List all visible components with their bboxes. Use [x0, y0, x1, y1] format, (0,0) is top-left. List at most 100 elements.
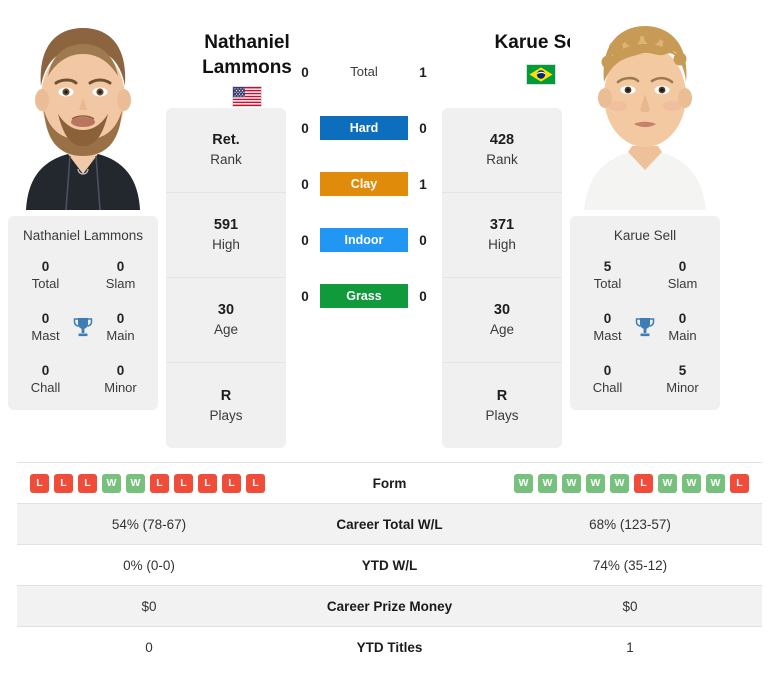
form-badge-win: W [610, 473, 629, 493]
title-value: 5 [603, 259, 612, 274]
title-cell: 0 Slam [645, 259, 720, 292]
table-row-ytd-wl: 0% (0-0) YTD W/L 74% (35-12) [17, 544, 762, 586]
table-row-ytd-titles: 0 YTD Titles 1 [17, 626, 762, 668]
title-cell: 0 Total [8, 259, 83, 292]
form-badge-loss: L [246, 473, 265, 493]
flag-usa-icon [232, 86, 262, 107]
left-titles-grid: 0 Total 0 Slam 0 Mast 0 Main 0 Chall 0 M… [8, 259, 158, 396]
form-badge-win: W [538, 473, 557, 493]
title-value: 5 [678, 363, 687, 378]
left-player-name-line1: Nathaniel [204, 32, 290, 53]
surface-label-grass[interactable]: Grass [320, 284, 408, 308]
title-label: Chall [592, 380, 623, 395]
left-titles-card: Nathaniel Lammons 0 Total 0 Slam 0 Mast [8, 216, 158, 410]
surface-label-hard[interactable]: Hard [320, 116, 408, 140]
left-form-badges: LLLWWLLLLL [18, 473, 280, 493]
surface-right-count: 0 [419, 288, 427, 304]
form-badge-win: W [562, 473, 581, 493]
title-cell: 0 Chall [570, 363, 645, 396]
right-titles-player-name: Karue Sell [613, 228, 677, 243]
rank-label: Rank [486, 152, 518, 167]
rank-value: Ret. [212, 132, 240, 148]
left-rank-card: Ret. Rank 591 High 30 Age R Plays [166, 108, 286, 448]
rank-row: 428 Rank [442, 108, 562, 193]
form-badge-loss: L [78, 473, 97, 493]
left-player-column: Nathaniel Lammons 0 Total 0 Slam 0 Mast [0, 0, 166, 410]
title-value: 0 [116, 259, 125, 274]
title-value: 0 [41, 363, 50, 378]
trophy-icon [632, 315, 658, 341]
surface-right-count: 1 [419, 176, 427, 192]
plays-value: R [220, 387, 232, 404]
title-cell: 5 Minor [645, 363, 720, 396]
title-cell: 0 Chall [8, 363, 83, 396]
title-cell: 0 Minor [83, 363, 158, 396]
age-row: 30 Age [442, 278, 562, 363]
surface-row-hard: 0 Hard 0 [286, 114, 442, 142]
form-badge-loss: L [730, 473, 749, 493]
age-label: Age [213, 322, 239, 337]
form-badge-loss: L [222, 473, 241, 493]
rank-value: 428 [489, 132, 515, 148]
age-label: Age [489, 322, 515, 337]
right-career-wl: 68% (123-57) [498, 503, 762, 545]
table-row-form: LLLWWLLLLL Form WWWWWLWWWL [17, 462, 762, 504]
form-badge-win: W [586, 473, 605, 493]
title-label: Minor [104, 380, 137, 395]
right-player-photo [570, 14, 720, 210]
title-label: Minor [666, 380, 699, 395]
form-badge-loss: L [54, 473, 73, 493]
comparison-top-section: Nathaniel Lammons 0 Total 0 Slam 0 Mast [0, 0, 779, 448]
trophy-icon [70, 315, 96, 341]
age-value: 30 [493, 302, 511, 318]
rank-row: Ret. Rank [166, 108, 286, 193]
surface-left-count: 0 [301, 288, 309, 304]
title-cell: 5 Total [570, 259, 645, 292]
right-form-cell: WWWWWLWWWL [498, 462, 762, 504]
title-value: 0 [116, 363, 125, 378]
surface-right-count: 0 [419, 232, 427, 248]
player-comparison-page: Nathaniel Lammons Karue Sell Nathaniel L… [0, 0, 779, 668]
form-badge-win: W [102, 473, 121, 493]
left-player-photo [8, 14, 158, 210]
right-ytd-titles: 1 [498, 626, 762, 668]
surface-label-indoor[interactable]: Indoor [320, 228, 408, 252]
form-badge-loss: L [198, 473, 217, 493]
row-label-career-wl: Career Total W/L [281, 503, 498, 545]
surface-label-total: Total [350, 64, 378, 79]
table-row-prize-money: $0 Career Prize Money $0 [17, 585, 762, 627]
left-form-cell: LLLWWLLLLL [17, 462, 281, 504]
surface-left-count: 0 [301, 232, 309, 248]
plays-label: Plays [209, 407, 243, 423]
left-player-header: Nathaniel Lammons [167, 30, 327, 107]
title-value: 0 [41, 259, 50, 274]
right-rank-card: 428 Rank 371 High 30 Age R Plays [442, 108, 562, 448]
title-cell: 0 Slam [83, 259, 158, 292]
plays-value: R [496, 387, 508, 404]
age-value: 30 [217, 302, 235, 318]
plays-row: R Plays [166, 363, 286, 448]
surface-row-indoor: 0 Indoor 0 [286, 226, 442, 254]
form-badge-loss: L [150, 473, 169, 493]
left-ytd-titles: 0 [17, 626, 281, 668]
title-label: Total [593, 276, 622, 291]
title-value: 0 [603, 363, 612, 378]
left-career-wl: 54% (78-67) [17, 503, 281, 545]
right-ytd-wl: 74% (35-12) [498, 544, 762, 586]
form-badge-win: W [682, 473, 701, 493]
form-badge-loss: L [30, 473, 49, 493]
high-row: 371 High [442, 193, 562, 278]
surface-row-clay: 0 Clay 1 [286, 170, 442, 198]
surface-left-count: 0 [301, 120, 309, 136]
high-value: 371 [489, 217, 515, 233]
right-form-badges: WWWWWLWWWL [499, 473, 761, 493]
form-badge-loss: L [174, 473, 193, 493]
high-value: 591 [213, 217, 239, 233]
surface-row-grass: 0 Grass 0 [286, 282, 442, 310]
surface-label-clay[interactable]: Clay [320, 172, 408, 196]
row-label-ytd-wl: YTD W/L [281, 544, 498, 586]
form-badge-win: W [706, 473, 725, 493]
title-label: Slam [667, 276, 698, 291]
right-prize-money: $0 [498, 585, 762, 627]
form-badge-win: W [126, 473, 145, 493]
